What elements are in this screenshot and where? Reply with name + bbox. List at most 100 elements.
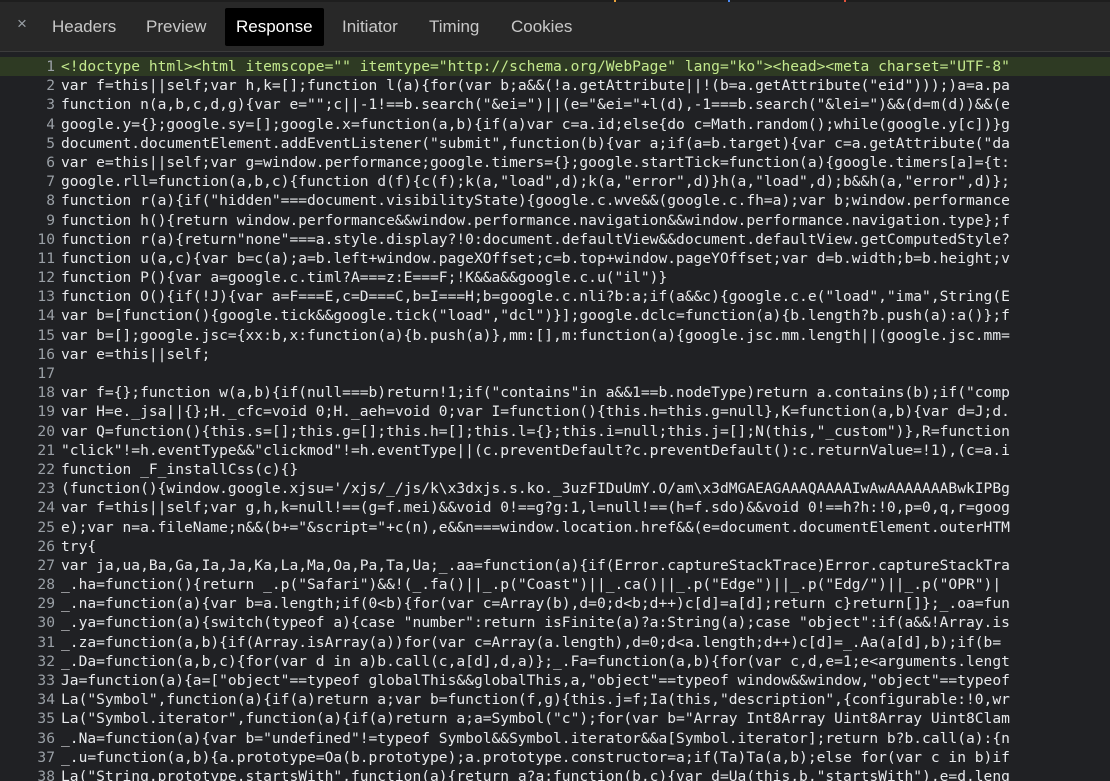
line-code: _.Na=function(a){var b="undefined"!=type… [61, 729, 1010, 747]
line-number: 11 [37, 249, 55, 267]
line-number: 17 [37, 365, 55, 382]
code-line[interactable]: 6 var e=this||self;var g=window.performan… [0, 153, 1110, 172]
line-code: _.u=function(a,b){a.prototype=Oa(b.proto… [61, 748, 1010, 766]
code-line[interactable]: 10 function r(a){return"none"===a.style.d… [0, 230, 1110, 249]
waterfall-marker-red [844, 0, 846, 2]
code-line[interactable]: 35 La("Symbol.iterator",function(a){if(a)… [0, 709, 1110, 728]
line-code: var ja,ua,Ba,Ga,Ia,Ja,Ka,La,Ma,Oa,Pa,Ta,… [61, 556, 1010, 574]
line-number: 27 [37, 556, 55, 574]
code-line[interactable]: 32 _.Da=function(a,b,c){for(var d in a)b.… [0, 652, 1110, 671]
code-line[interactable]: 37 _.u=function(a,b){a.prototype=Oa(b.pro… [0, 748, 1110, 767]
line-code: try{ [61, 537, 97, 555]
code-line[interactable]: 9 function h(){return window.performance&… [0, 211, 1110, 230]
line-number: 8 [46, 192, 55, 210]
line-code: var f=this||self;var h,k=[];function l(a… [61, 77, 1010, 95]
line-code: var e=this||self; [61, 345, 211, 363]
close-icon[interactable]: × [15, 15, 29, 32]
code-line[interactable]: 20 var Q=function(){this.s=[];this.g=[];t… [0, 422, 1110, 441]
line-code: _.na=function(a){var b=a.length;if(0<b){… [61, 595, 1010, 613]
line-number: 23 [37, 480, 55, 498]
code-line[interactable]: 26 try{ [0, 537, 1110, 556]
line-code: var H=e._jsa||{};H._cfc=void 0;H._aeh=vo… [61, 403, 1010, 421]
line-number: 10 [37, 230, 55, 248]
waterfall-marker-orange [614, 0, 616, 2]
line-number: 25 [37, 518, 55, 536]
code-line[interactable]: 33 Ja=function(a){a=["object"==typeof glo… [0, 671, 1110, 690]
line-code: var Q=function(){this.s=[];this.g=[];thi… [61, 422, 1010, 440]
line-number: 33 [37, 672, 55, 689]
code-line[interactable]: 23 (function(){window.google.xjsu='/xjs/_… [0, 479, 1110, 498]
line-code: (function(){window.google.xjsu='/xjs/_/j… [61, 480, 1010, 498]
code-line[interactable]: 27 var ja,ua,Ba,Ga,Ia,Ja,Ka,La,Ma,Oa,Pa,T… [0, 556, 1110, 575]
waterfall-marker-blue [728, 0, 730, 2]
code-line[interactable]: 4 google.y={};google.sy=[];google.x=funct… [0, 115, 1110, 134]
line-number: 22 [37, 460, 55, 478]
code-line[interactable]: 3 function n(a,b,c,d,g){var e="";c||-1!==… [0, 95, 1110, 114]
code-line[interactable]: 38 La("String.prototype.startsWith",funct… [0, 767, 1110, 781]
line-number: 21 [37, 441, 55, 459]
line-code: _.ha=function(){return _.p("Safari")&&!(… [61, 576, 1002, 594]
line-number: 24 [37, 499, 55, 517]
response-viewer[interactable]: 1 <!doctype html><html itemscope="" itemt… [0, 52, 1110, 781]
code-line[interactable]: 15 var b=[];google.jsc={xx:b,x:function(a… [0, 326, 1110, 345]
code-line[interactable]: 11 function u(a,c){var b=c(a);a=b.left+wi… [0, 249, 1110, 268]
code-line[interactable]: 29 _.na=function(a){var b=a.length;if(0<b… [0, 594, 1110, 613]
code-line[interactable]: 2 var f=this||self;var h,k=[];function l(… [0, 76, 1110, 95]
code-line[interactable]: 31 _.za=function(a,b){if(Array.isArray(a)… [0, 633, 1110, 652]
line-code: _.za=function(a,b){if(Array.isArray(a))f… [61, 633, 1002, 651]
code-line[interactable]: 25 e);var n=a.fileName;n&&(b+="&script="+… [0, 518, 1110, 537]
tab-cookies[interactable]: Cookies [511, 8, 572, 46]
code-line[interactable]: 12 function P(){var a=google.c.timl?A===z… [0, 268, 1110, 287]
line-number: 19 [37, 403, 55, 421]
line-number: 32 [37, 652, 55, 670]
line-number: 6 [46, 153, 55, 171]
waterfall-strip [0, 0, 1110, 2]
code-line[interactable]: 14 var b=[function(){google.tick&&google.… [0, 306, 1110, 325]
code-line[interactable]: 36 _.Na=function(a){var b="undefined"!=ty… [0, 729, 1110, 748]
code-line[interactable]: 5 document.documentElement.addEventListen… [0, 134, 1110, 153]
line-code: function P(){var a=google.c.timl?A===z:E… [61, 269, 668, 287]
line-code: _.Da=function(a,b,c){for(var d in a)b.ca… [61, 652, 1010, 670]
code-line[interactable]: 18 var f={};function w(a,b){if(null===b)r… [0, 383, 1110, 402]
line-code: google.y={};google.sy=[];google.x=functi… [61, 115, 1010, 133]
code-line[interactable]: 17 [0, 364, 1110, 383]
code-line[interactable]: 1 <!doctype html><html itemscope="" itemt… [0, 57, 1110, 77]
line-code: function r(a){return"none"===a.style.dis… [61, 230, 1010, 248]
code-line[interactable]: 16 var e=this||self; [0, 345, 1110, 364]
line-code: var f=this||self;var g,h,k=null!==(g=f.m… [61, 499, 1010, 517]
line-number: 15 [37, 326, 55, 344]
code-line[interactable]: 21 "click"!=h.eventType&&"clickmod"!=h.ev… [0, 441, 1110, 460]
line-code: "click"!=h.eventType&&"clickmod"!=h.even… [61, 441, 1010, 459]
code-line[interactable]: 19 var H=e._jsa||{};H._cfc=void 0;H._aeh=… [0, 402, 1110, 421]
line-number: 29 [37, 595, 55, 613]
line-code: function _F_installCss(c){} [61, 460, 299, 478]
line-code: Ja=function(a){a=["object"==typeof globa… [61, 672, 1010, 689]
tab-timing[interactable]: Timing [429, 8, 479, 46]
tab-initiator[interactable]: Initiator [342, 8, 398, 46]
line-number: 18 [37, 384, 55, 402]
tab-headers[interactable]: Headers [52, 8, 116, 46]
line-code: var e=this||self;var g=window.performanc… [61, 153, 1010, 171]
tab-response[interactable]: Response [225, 8, 324, 46]
code-line[interactable]: 30 _.ya=function(a){switch(typeof a){case… [0, 613, 1110, 632]
line-code: La("Symbol.iterator",function(a){if(a)re… [61, 710, 1010, 728]
code-line[interactable]: 28 _.ha=function(){return _.p("Safari")&&… [0, 575, 1110, 594]
line-number: 36 [37, 729, 55, 747]
code-line[interactable]: 8 function r(a){if("hidden"===document.vi… [0, 191, 1110, 210]
code-lines: 1 <!doctype html><html itemscope="" itemt… [0, 52, 1110, 781]
code-line[interactable]: 24 var f=this||self;var g,h,k=null!==(g=f… [0, 498, 1110, 517]
line-number: 4 [46, 115, 55, 133]
line-number: 2 [46, 77, 55, 95]
line-number: 13 [37, 288, 55, 306]
code-line[interactable]: 7 google.rll=function(a,b,c){function d(f… [0, 172, 1110, 191]
line-number: 37 [37, 748, 55, 766]
tab-preview[interactable]: Preview [146, 8, 206, 46]
line-number: 3 [46, 96, 55, 114]
code-line[interactable]: 34 La("Symbol",function(a){if(a)return a;… [0, 690, 1110, 709]
line-code: La("String.prototype.startsWith",functio… [61, 767, 1010, 781]
line-code: google.rll=function(a,b,c){function d(f)… [61, 173, 1010, 191]
code-line[interactable]: 13 function O(){if(!J){var a=F===E,c=D===… [0, 287, 1110, 306]
line-number: 1 [46, 58, 55, 75]
code-line[interactable]: 22 function _F_installCss(c){} [0, 460, 1110, 479]
line-code: function r(a){if("hidden"===document.vis… [61, 192, 1010, 210]
